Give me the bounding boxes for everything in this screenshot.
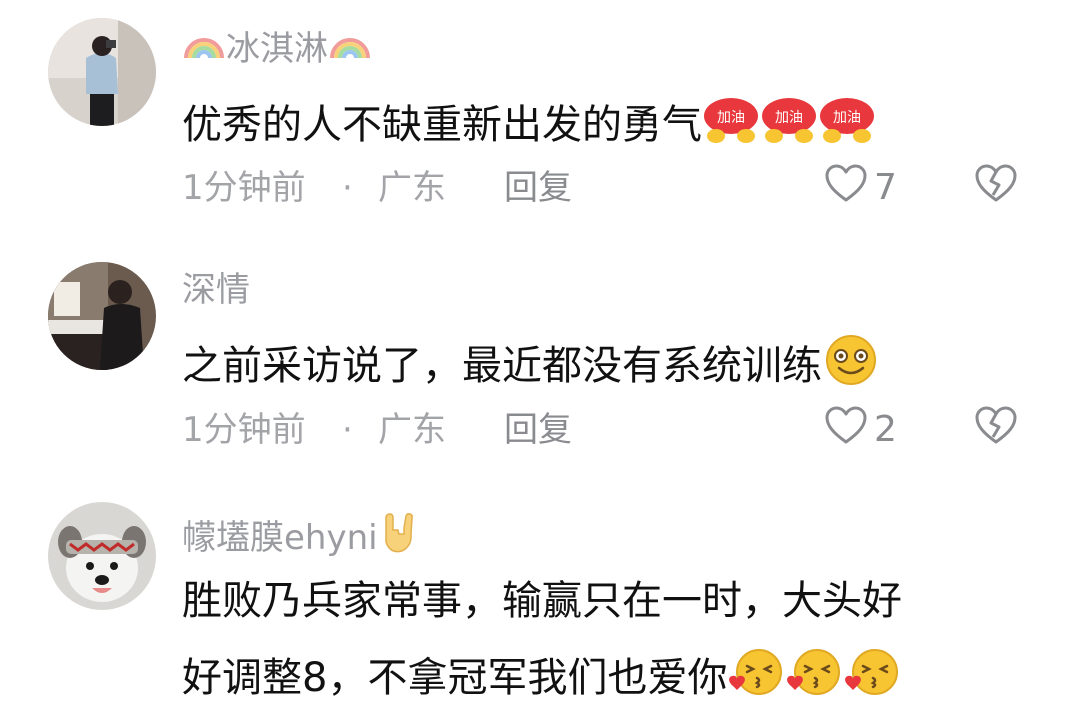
comment-body: 优秀的人不缺重新出发的勇气 [182, 102, 702, 148]
comment-time: 1分钟前 [182, 168, 306, 208]
dislike-button[interactable] [974, 164, 1018, 210]
avatar-image [48, 262, 156, 370]
comment-text-line-2: 好调整8，不拿冠军我们也爱你 [182, 646, 901, 710]
meta-separator: · [342, 410, 353, 450]
meta-separator: · [342, 168, 353, 208]
broken-heart-icon [974, 163, 1018, 214]
comment-location: 广东 [378, 168, 446, 208]
username-text: 幪壒膜ehyni [182, 517, 378, 558]
comment-meta: 1分钟前 · 广东 回复 2 [182, 406, 1042, 452]
dislike-button[interactable] [974, 406, 1018, 452]
comment-body: 好调整8，不拿冠军我们也爱你 [182, 655, 728, 701]
smile-emoji-icon [822, 334, 880, 398]
jiayou-label: 加油 [833, 110, 861, 126]
username-text: 冰淇淋 [226, 28, 328, 69]
avatar[interactable] [48, 18, 156, 126]
jiayou-emoji-icon: 加油 [702, 94, 760, 156]
comment-text: 之前采访说了，最近都没有系统训练 [182, 334, 880, 398]
kiss-emoji-icon [785, 646, 843, 710]
like-button[interactable]: 7 [824, 164, 897, 210]
kiss-emoji-icon [727, 646, 785, 710]
username[interactable]: 幪壒膜ehyni [182, 512, 420, 563]
jiayou-emoji-icon: 加油 [818, 94, 876, 156]
comment-text: 优秀的人不缺重新出发的勇气 加油 加油 加油 [182, 94, 876, 156]
comment-text-line-1: 胜败乃兵家常事，输赢只在一时，大头好 [182, 576, 902, 626]
heart-outline-icon [824, 405, 868, 456]
rainbow-emoji-icon [182, 26, 226, 71]
jiayou-emoji-icon: 加油 [760, 94, 818, 156]
rock-hand-emoji-icon [378, 512, 420, 563]
like-count: 7 [874, 167, 897, 208]
comment-body: 胜败乃兵家常事，输赢只在一时，大头好 [182, 578, 902, 624]
avatar-image [48, 502, 156, 610]
heart-outline-icon [824, 163, 868, 214]
jiayou-label: 加油 [717, 110, 745, 126]
username-text: 深情 [182, 270, 250, 310]
username[interactable]: 冰淇淋 [182, 26, 372, 71]
reply-button[interactable]: 回复 [504, 166, 572, 210]
comment-time: 1分钟前 [182, 410, 306, 450]
rainbow-emoji-icon [328, 26, 372, 71]
comment-body: 之前采访说了，最近都没有系统训练 [182, 343, 822, 389]
username[interactable]: 深情 [182, 270, 250, 310]
jiayou-label: 加油 [775, 110, 803, 126]
like-count: 2 [874, 409, 897, 450]
comment-meta: 1分钟前 · 广东 回复 7 [182, 164, 1042, 210]
like-button[interactable]: 2 [824, 406, 897, 452]
avatar-image [48, 18, 156, 126]
avatar[interactable] [48, 502, 156, 610]
reply-button[interactable]: 回复 [504, 408, 572, 452]
comment-location: 广东 [378, 410, 446, 450]
comment-list: 冰淇淋 优秀的人不缺重新出发的勇气 加油 加油 加油 1分钟前 · 广东 回复 … [0, 0, 1080, 714]
kiss-emoji-icon [843, 646, 901, 710]
broken-heart-icon [974, 405, 1018, 456]
avatar[interactable] [48, 262, 156, 370]
